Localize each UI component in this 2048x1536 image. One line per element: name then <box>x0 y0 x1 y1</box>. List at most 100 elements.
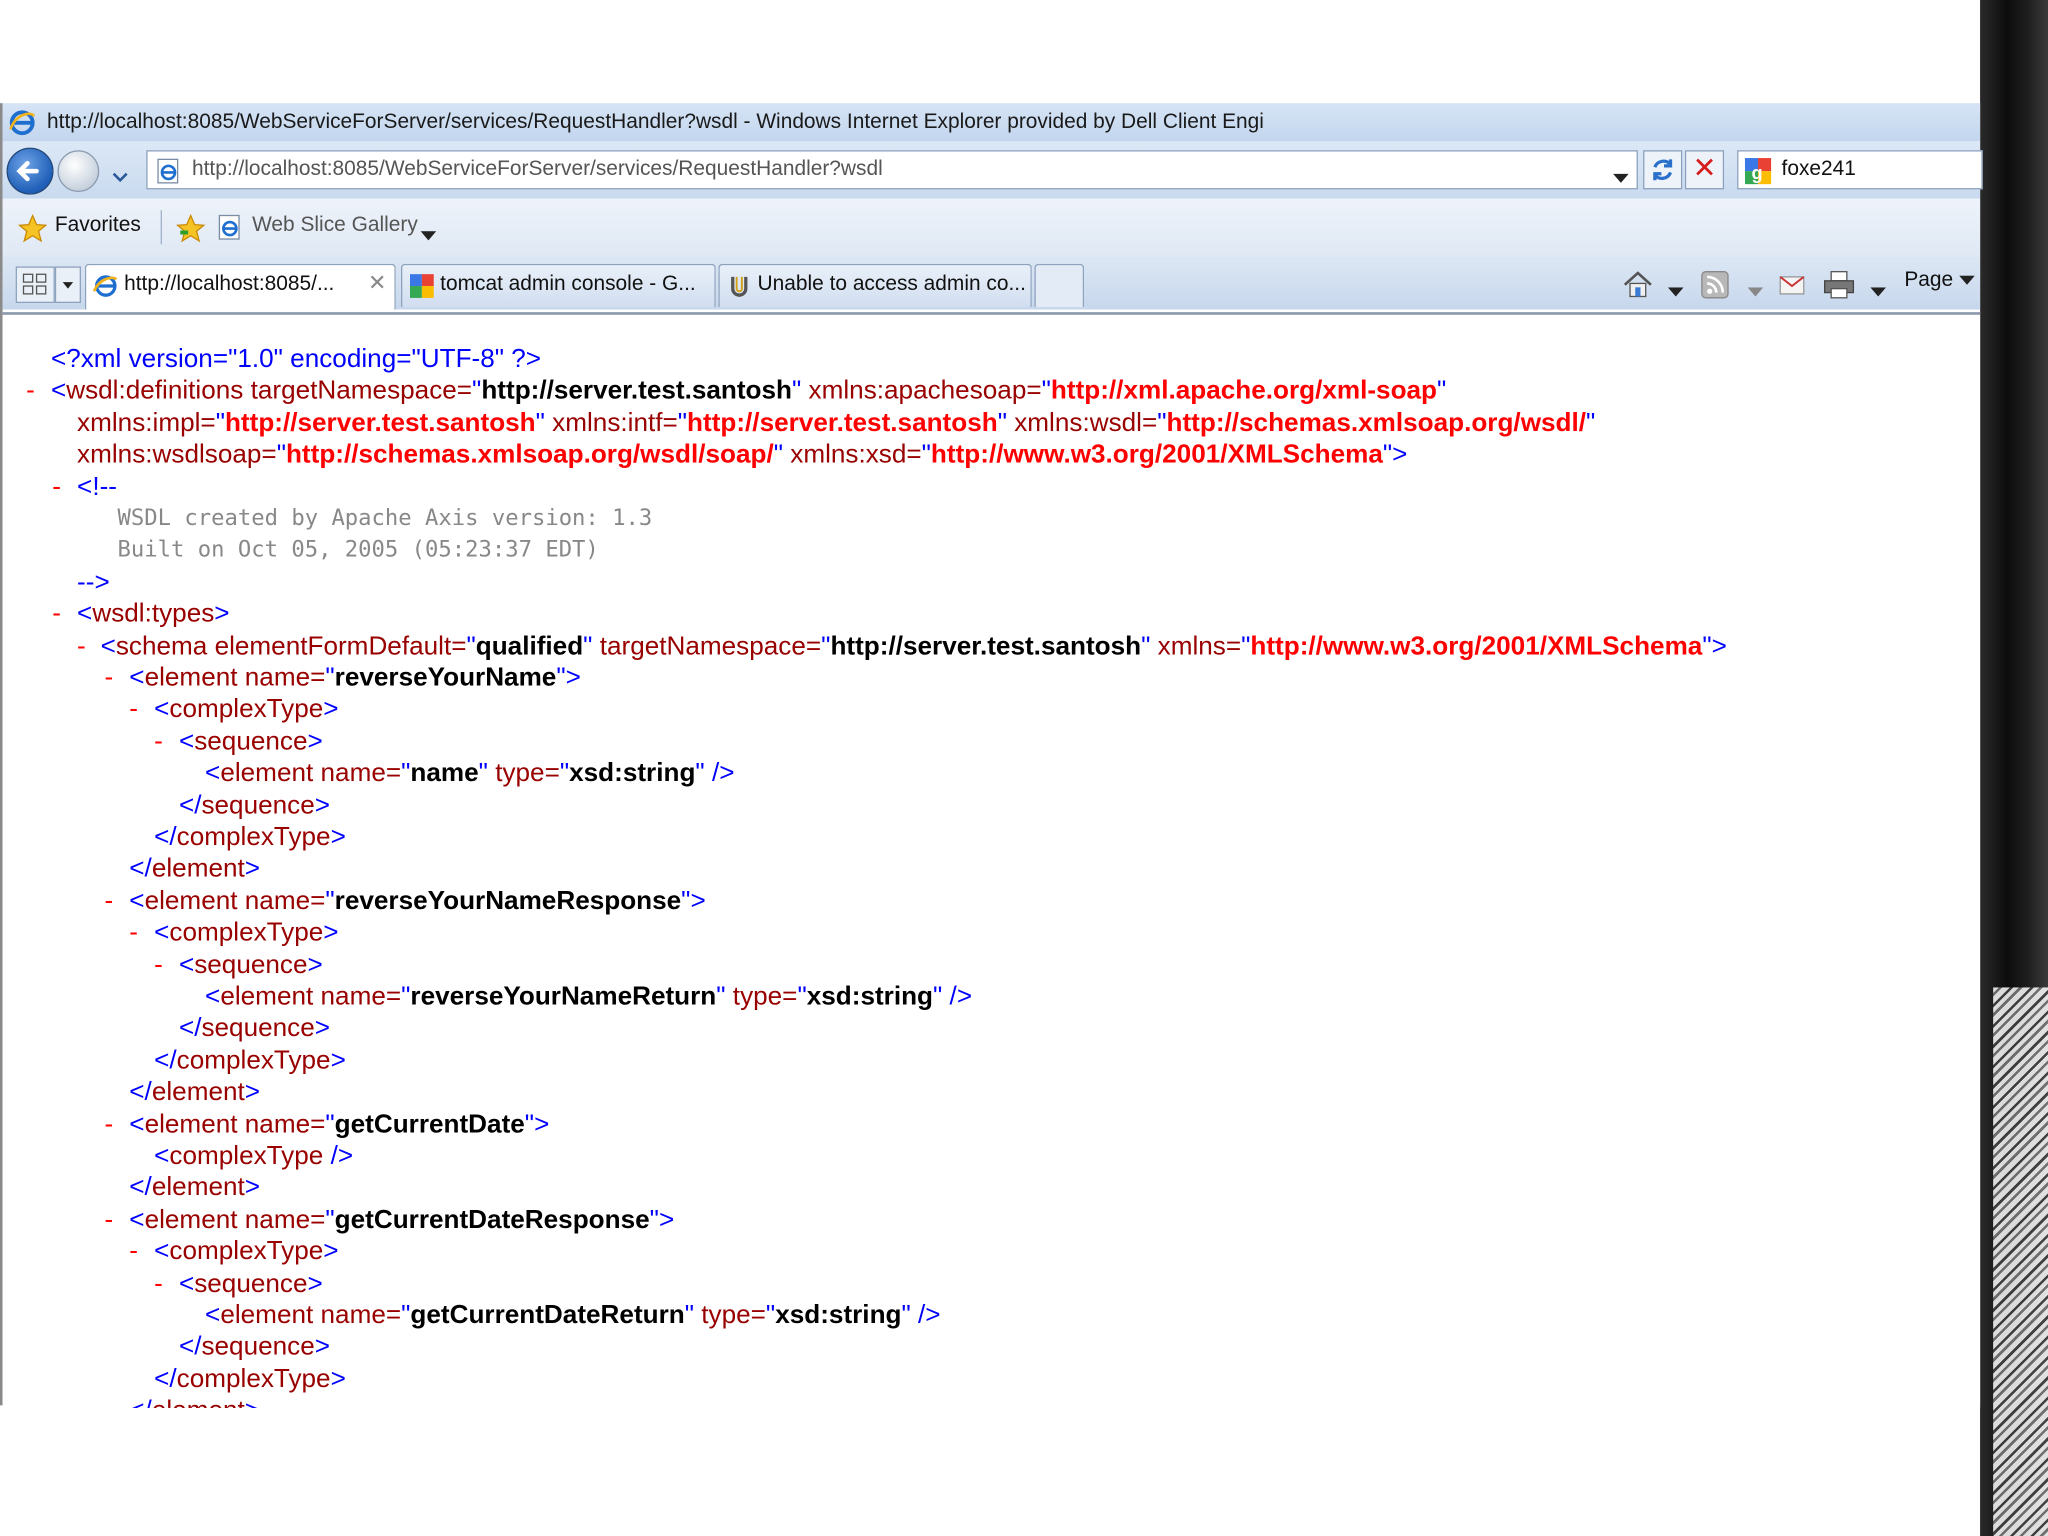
favorites-button[interactable]: Favorites <box>55 214 141 238</box>
complextype-open-tag: <complexType> <box>154 695 339 725</box>
favorites-separator <box>160 210 162 245</box>
tab-list-dropdown[interactable] <box>54 266 81 304</box>
stop-button[interactable]: ✕ <box>1684 150 1725 190</box>
web-slice-gallery-link[interactable]: Web Slice Gallery <box>252 214 418 238</box>
collapse-toggle[interactable]: - <box>104 1204 113 1235</box>
complextype-open-tag: <complexType> <box>154 918 339 948</box>
refresh-icon <box>1653 159 1673 181</box>
collapse-toggle[interactable]: - <box>104 662 113 693</box>
back-arrow-icon <box>16 160 39 182</box>
collapse-toggle[interactable]: - <box>52 471 61 502</box>
comment-close: --> <box>77 567 110 597</box>
sequence-close-tag: </sequence> <box>178 1332 331 1362</box>
sequence-open-tag: <sequence> <box>178 950 323 980</box>
address-text: http://localhost:8085/WebServiceForServe… <box>191 158 883 181</box>
favorites-star-icon[interactable] <box>17 213 48 249</box>
tab-bar: http://localhost:8085/... ✕ tomcat admin… <box>2 257 1981 310</box>
read-mail-icon[interactable] <box>1776 269 1807 307</box>
schema-open-tag: <schema elementFormDefault="qualified" t… <box>100 631 1727 661</box>
search-input[interactable]: foxe241 <box>1782 152 1856 189</box>
tab-localhost[interactable]: http://localhost:8085/... ✕ <box>84 263 396 310</box>
tab-label: http://localhost:8085/... <box>124 272 335 296</box>
back-button[interactable] <box>6 147 54 195</box>
xml-declaration: <?xml version="1.0" encoding="UTF-8" ?> <box>50 344 542 374</box>
recent-pages-dropdown-icon[interactable] <box>111 165 129 190</box>
comment-text: Built on Oct 05, 2005 (05:23:37 EDT) <box>117 537 599 564</box>
google-search-icon: g <box>1744 157 1773 191</box>
svg-text:g: g <box>1752 162 1763 183</box>
complextype-close-tag: </complexType> <box>154 822 346 852</box>
strip-texture <box>1993 987 2048 1536</box>
sequence-open-tag: <sequence> <box>178 1269 323 1298</box>
element-open-tag: <element name="reverseYourNameResponse"> <box>129 886 706 916</box>
home-icon[interactable] <box>1621 269 1655 307</box>
element-close-tag: </element> <box>129 1173 261 1203</box>
google-icon <box>409 273 435 306</box>
collapse-toggle[interactable]: - <box>154 726 163 757</box>
refresh-button[interactable] <box>1643 150 1683 190</box>
element-open-tag: <element name="reverseYourName"> <box>129 663 581 693</box>
title-bar: http://localhost:8085/WebServiceForServe… <box>2 103 1981 143</box>
tab-unable-to-access[interactable]: Unable to access admin co... <box>718 263 1032 307</box>
collapse-toggle[interactable]: - <box>77 630 86 661</box>
forward-button[interactable] <box>57 150 100 192</box>
tab-label: Unable to access admin co... <box>757 272 1026 296</box>
definitions-attributes: xmlns:wsdlsoap="http://schemas.xmlsoap.o… <box>77 440 1408 470</box>
ie-page-icon <box>92 273 119 306</box>
browser-window: http://localhost:8085/WebServiceForServe… <box>0 103 1983 1408</box>
types-open-tag: <wsdl:types> <box>77 599 230 629</box>
feeds-icon[interactable] <box>1699 269 1730 307</box>
page-icon <box>155 158 181 189</box>
stop-icon: ✕ <box>1692 152 1717 186</box>
definitions-open-tag: <wsdl:definitions targetNamespace="http:… <box>50 376 1447 406</box>
element-leaf-tag: <element name="name" type="xsd:string" /… <box>205 759 735 788</box>
favorites-bar: Favorites Web Slice Gallery <box>2 198 1981 259</box>
tab-label: tomcat admin console - G... <box>440 272 696 296</box>
page-menu-dropdown-icon <box>1958 275 1975 285</box>
collapse-toggle[interactable]: - <box>104 885 113 916</box>
tab-tomcat-admin-console[interactable]: tomcat admin console - G... <box>400 263 716 307</box>
search-box[interactable]: g foxe241 <box>1737 150 1983 191</box>
forum-icon <box>726 273 752 306</box>
element-close-tag: </element> <box>129 1395 260 1408</box>
home-dropdown-icon[interactable] <box>1667 281 1684 305</box>
print-icon[interactable] <box>1822 269 1856 307</box>
address-bar[interactable]: http://localhost:8085/WebServiceForServe… <box>146 150 1638 190</box>
complextype-open-tag: <complexType> <box>154 1237 339 1266</box>
collapse-toggle[interactable]: - <box>26 375 35 406</box>
print-dropdown-icon[interactable] <box>1870 281 1887 305</box>
page-menu-label: Page <box>1904 269 1954 292</box>
xml-document-view: <?xml version="1.0" encoding="UTF-8" ?> -… <box>2 312 1981 1408</box>
page-menu-button[interactable]: Page <box>1904 269 1975 293</box>
complextype-close-tag: </complexType> <box>154 1364 346 1394</box>
sequence-close-tag: </sequence> <box>178 1014 331 1043</box>
element-close-tag: </element> <box>129 1077 261 1107</box>
element-open-tag: <element name="getCurrentDateResponse"> <box>129 1205 675 1235</box>
right-decorative-strip <box>1980 0 2048 1536</box>
element-open-tag: <element name="getCurrentDate"> <box>129 1109 550 1139</box>
collapse-toggle[interactable]: - <box>129 694 138 725</box>
collapse-toggle[interactable]: - <box>154 1268 163 1299</box>
collapse-toggle[interactable]: - <box>129 1236 138 1267</box>
web-slice-dropdown-icon[interactable] <box>420 225 437 249</box>
close-tab-icon[interactable]: ✕ <box>368 270 387 296</box>
complextype-empty-tag: <complexType /> <box>154 1141 354 1171</box>
feeds-dropdown-icon[interactable] <box>1747 281 1764 305</box>
sequence-open-tag: <sequence> <box>178 727 323 756</box>
quick-tabs-button[interactable] <box>15 266 55 304</box>
address-dropdown-icon[interactable] <box>1613 165 1629 190</box>
collapse-toggle[interactable]: - <box>129 917 138 948</box>
collapse-toggle[interactable]: - <box>52 598 61 629</box>
web-slice-icon <box>217 214 243 247</box>
comment-text: WSDL created by Apache Axis version: 1.3 <box>117 505 653 532</box>
sequence-close-tag: </sequence> <box>178 790 331 820</box>
new-tab-button[interactable] <box>1034 263 1085 307</box>
element-close-tag: </element> <box>129 854 261 884</box>
element-leaf-tag: <element name="getCurrentDateReturn" typ… <box>205 1300 941 1330</box>
navigation-bar: http://localhost:8085/WebServiceForServe… <box>2 141 1983 199</box>
window-title: http://localhost:8085/WebServiceForServe… <box>47 111 1264 134</box>
collapse-toggle[interactable]: - <box>104 1108 113 1139</box>
element-leaf-tag: <element name="reverseYourNameReturn" ty… <box>205 982 973 1011</box>
add-to-favorites-bar-icon[interactable] <box>175 213 206 251</box>
collapse-toggle[interactable]: - <box>154 949 163 980</box>
